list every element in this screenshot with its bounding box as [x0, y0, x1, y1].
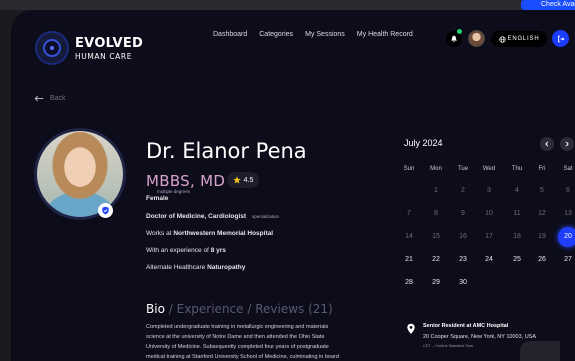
calendar-day-11[interactable]: 11	[507, 204, 527, 224]
calendar-day-22[interactable]: 22	[426, 250, 446, 270]
calendar-day-14[interactable]: 14	[399, 227, 419, 247]
degree-note: multiple degrees	[157, 189, 191, 194]
verified-badge	[98, 203, 113, 218]
nav-my-health-record[interactable]: My Health Record	[357, 31, 413, 38]
calendar-day-1[interactable]: 1	[426, 181, 446, 201]
star-icon	[232, 176, 241, 184]
calendar-day-23[interactable]: 23	[453, 250, 473, 270]
doctor-specialization: Doctor of Medicine, Cardiologist speciali…	[146, 213, 280, 220]
calendar-day-21[interactable]: 21	[399, 250, 419, 270]
weekday-fri: Fri	[538, 166, 546, 172]
tab-reviews[interactable]: / Reviews (21)	[247, 302, 332, 316]
calendar-day-3[interactable]: 3	[479, 181, 499, 201]
calendar-day-12[interactable]: 12	[532, 204, 552, 224]
scroll-handle[interactable]	[520, 341, 560, 361]
arrow-left-icon	[34, 95, 44, 102]
logout-icon	[557, 35, 564, 42]
doctor-alternate-care: Alternate Healthcare Naturopathy	[146, 264, 246, 271]
calendar-day-26[interactable]: 26	[532, 250, 552, 270]
calendar-next-button[interactable]	[560, 137, 574, 151]
bio-text: Completed undergraduate training in meta…	[146, 324, 339, 360]
weekday-mon: Mon	[430, 166, 442, 172]
calendar-day-16[interactable]: 16	[453, 227, 473, 247]
language-selector[interactable]: ENGLISH	[491, 31, 547, 47]
tab-bio[interactable]: Bio	[146, 302, 165, 316]
brand-logo-icon[interactable]	[35, 31, 69, 65]
main-nav: Dashboard Categories My Sessions My Heal…	[213, 31, 413, 38]
calendar-day-18[interactable]: 18	[507, 227, 527, 247]
calendar-day-9[interactable]: 9	[453, 204, 473, 224]
calendar-prev-button[interactable]	[540, 137, 554, 151]
logout-button[interactable]	[552, 30, 569, 47]
weekday-sat: Sat	[563, 166, 573, 172]
weekday-wed: Wed	[482, 166, 496, 172]
profile-tabs: Bio / Experience / Reviews (21)	[146, 302, 333, 316]
doctor-experience: With an experience of 8 yrs	[146, 247, 226, 254]
calendar-day-5[interactable]: 5	[532, 181, 552, 201]
calendar-day-28[interactable]: 28	[399, 273, 419, 293]
chevron-left-icon	[545, 141, 549, 147]
calendar-day-30[interactable]: 30	[453, 273, 473, 293]
notification-dot	[457, 29, 462, 34]
calendar-day-15[interactable]: 15	[426, 227, 446, 247]
calendar-day-27[interactable]: 27	[558, 250, 575, 270]
location-timezone: CST -- Central Standard Time	[423, 344, 474, 348]
nav-my-sessions[interactable]: My Sessions	[305, 31, 345, 38]
location-title: Senior Resident at AMC Hospital	[423, 323, 509, 329]
weekday-thu: Thu	[511, 166, 523, 172]
app-window: EVOLVED HUMAN CARE Dashboard Categories …	[11, 10, 575, 361]
back-link[interactable]: Back	[34, 95, 66, 102]
rating-badge: 4.5	[227, 172, 259, 188]
calendar-title: July 2024	[404, 138, 443, 148]
nav-dashboard[interactable]: Dashboard	[213, 31, 247, 38]
calendar-day-10[interactable]: 10	[479, 204, 499, 224]
calendar-day-6[interactable]: 6	[558, 181, 575, 201]
calendar-day-20[interactable]: 20	[558, 227, 575, 247]
calendar-day-8[interactable]: 8	[426, 204, 446, 224]
globe-icon	[498, 35, 506, 43]
rating-value: 4.5	[243, 176, 254, 184]
brand-line-2: HUMAN CARE	[75, 52, 133, 61]
check-availability-button[interactable]: Check Avai	[521, 0, 575, 10]
calendar-day-19[interactable]: 19	[532, 227, 552, 247]
weekday-tue: Tue	[457, 166, 469, 172]
calendar-day-4[interactable]: 4	[507, 181, 527, 201]
user-avatar[interactable]	[468, 30, 485, 47]
calendar-day-13[interactable]: 13	[558, 204, 575, 224]
location-pin-icon	[407, 323, 415, 334]
bell-icon	[451, 35, 457, 43]
location-address: 20 Cooper Square, New York, NY 10003, US…	[423, 334, 537, 340]
nav-categories[interactable]: Categories	[259, 31, 293, 38]
brand-line-1: EVOLVED	[75, 36, 144, 51]
calendar-day-25[interactable]: 25	[507, 250, 527, 270]
back-label: Back	[50, 95, 66, 102]
brand-name[interactable]: EVOLVED HUMAN CARE	[75, 36, 143, 61]
doctor-name: Dr. Elanor Pena	[146, 139, 307, 163]
doctor-workplace: Works at Northwestern Memorial Hospital	[146, 230, 274, 237]
shield-check-icon	[102, 206, 109, 215]
doctor-gender: Female	[146, 195, 169, 202]
doctor-degree: MBBS, MD	[146, 172, 226, 190]
browser-top-strip	[0, 0, 575, 10]
language-label: ENGLISH	[507, 36, 540, 42]
calendar-day-17[interactable]: 17	[479, 227, 499, 247]
calendar-day-2[interactable]: 2	[453, 181, 473, 201]
calendar-day-24[interactable]: 24	[479, 250, 499, 270]
chevron-right-icon	[565, 141, 569, 147]
weekday-sun: Sun	[403, 166, 415, 172]
tab-experience[interactable]: / Experience	[169, 302, 244, 316]
calendar-day-7[interactable]: 7	[399, 204, 419, 224]
calendar-day-29[interactable]: 29	[426, 273, 446, 293]
